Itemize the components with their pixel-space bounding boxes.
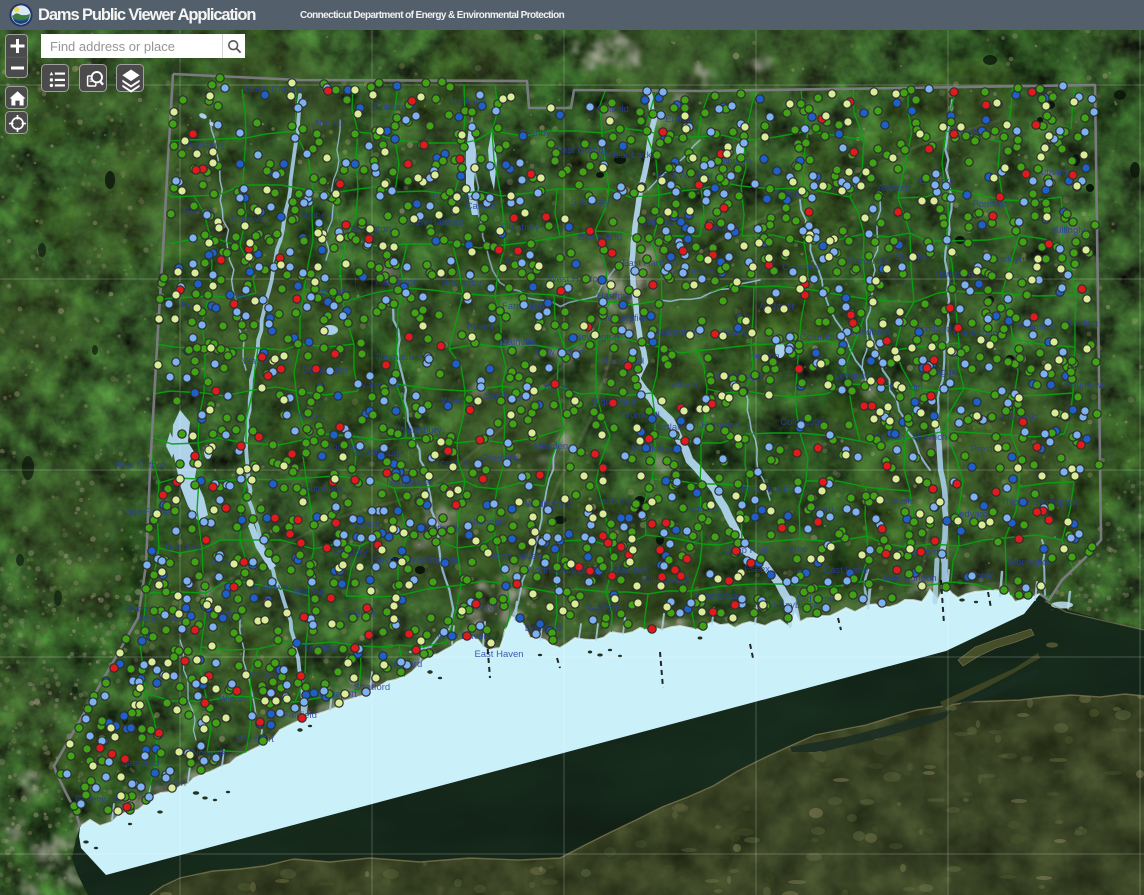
svg-text:Simsbury: Simsbury	[500, 222, 540, 233]
svg-text:Bethlehem: Bethlehem	[302, 365, 348, 376]
svg-text:Lebanon: Lebanon	[835, 371, 872, 382]
svg-text:Norwich: Norwich	[913, 432, 947, 443]
svg-text:Plainville: Plainville	[499, 337, 537, 348]
svg-text:Waterbury: Waterbury	[398, 425, 442, 436]
svg-text:Durham: Durham	[596, 496, 630, 507]
svg-text:East Haddam: East Haddam	[741, 484, 799, 495]
svg-text:Wilton: Wilton	[219, 694, 245, 705]
svg-text:Goshen: Goshen	[298, 210, 331, 221]
svg-text:Lyme: Lyme	[785, 544, 808, 555]
svg-text:Norfolk: Norfolk	[315, 118, 345, 129]
svg-text:Columbia: Columbia	[800, 332, 841, 343]
svg-text:Salisbury: Salisbury	[185, 140, 224, 151]
svg-text:Middletown: Middletown	[631, 444, 679, 455]
svg-text:Meriden: Meriden	[534, 441, 568, 452]
svg-text:New Milford: New Milford	[115, 460, 165, 471]
svg-text:Stonington: Stonington	[1007, 557, 1052, 568]
svg-text:Monroe: Monroe	[292, 587, 324, 598]
svg-text:Sterling: Sterling	[1066, 318, 1098, 329]
svg-text:Stratford: Stratford	[354, 682, 390, 693]
svg-text:Coventry: Coventry	[782, 262, 820, 273]
svg-text:Killingly: Killingly	[1053, 225, 1085, 236]
svg-text:Thomaston: Thomaston	[374, 352, 422, 363]
svg-text:Woodbridge: Woodbridge	[407, 555, 458, 566]
svg-text:Portland: Portland	[662, 380, 697, 391]
svg-text:Guilford: Guilford	[587, 603, 620, 614]
svg-text:Danbury: Danbury	[165, 542, 201, 553]
svg-text:Bristol: Bristol	[467, 322, 493, 333]
svg-text:East Haven: East Haven	[474, 649, 523, 660]
svg-text:Cheshire: Cheshire	[480, 453, 518, 464]
svg-text:Burlington: Burlington	[442, 278, 485, 289]
svg-text:Norwalk: Norwalk	[192, 748, 227, 759]
svg-text:Westport: Westport	[236, 734, 274, 745]
